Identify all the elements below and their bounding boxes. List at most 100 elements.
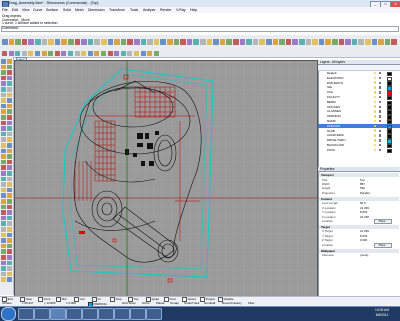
toolbox-tool-icon[interactable] [1,215,6,221]
toolbox-tool-icon[interactable] [1,165,6,170]
layer-lock-icon[interactable] [379,124,382,128]
toolbox-tool-icon[interactable] [7,199,12,204]
toolbar-tool-icon[interactable] [351,39,358,45]
toolbox-tool-icon[interactable] [1,103,6,109]
toolbox-tool-icon[interactable] [7,277,12,282]
toolbar-tool-icon[interactable] [81,50,87,56]
toolbox-tool-icon[interactable] [7,64,12,70]
toolbox-tool-icon[interactable] [1,81,6,86]
status-toggle[interactable]: Osnap [170,302,179,305]
toolbar-tool-icon[interactable] [180,39,186,45]
toolbox-tool-icon[interactable] [7,109,12,114]
layer-lock-icon[interactable] [379,81,382,84]
toolbar-tool-icon[interactable] [200,39,206,45]
layer-lock-icon[interactable] [379,105,382,108]
osnap-checkbox[interactable]: Perp [110,297,122,302]
menu-help[interactable]: Help [190,8,197,12]
menu-file[interactable]: File [2,8,8,12]
layer-visibility-icon[interactable] [374,95,377,99]
layer-visibility-icon[interactable] [374,86,377,89]
toolbar-tool-icon[interactable] [226,39,232,45]
toolbox-tool-icon[interactable] [7,159,12,165]
toolbox-tool-icon[interactable] [1,131,6,137]
toolbar-tool-icon[interactable] [391,39,397,45]
toolbox-tool-icon[interactable] [1,59,6,64]
toolbar-tool-icon[interactable] [186,39,193,45]
toolbox-tool-icon[interactable] [7,70,12,75]
taskbar-app-folder[interactable] [146,308,162,320]
toolbar-tool-icon[interactable] [147,39,153,45]
toolbox-tool-icon[interactable] [7,154,12,159]
toolbox-tool-icon[interactable] [1,143,6,148]
toolbar-tool-icon[interactable] [48,50,54,56]
layer-lock-icon[interactable] [379,91,382,94]
toolbar-tool-icon[interactable] [246,39,252,45]
system-clock[interactable]: 10:05 AM 6/8/2011 [366,308,398,318]
toolbar-tool-icon[interactable] [358,39,364,45]
layer-color-swatch[interactable] [387,148,392,154]
property-value[interactable]: 21.339 [360,206,369,210]
toolbox-tool-icon[interactable] [7,243,12,249]
toolbox-tool-icon[interactable] [7,87,12,92]
taskbar-app-acrobat[interactable] [130,308,146,320]
toolbox-tool-icon[interactable] [7,92,12,98]
layer-visibility-icon[interactable] [374,115,377,118]
toolbox-tool-icon[interactable] [1,98,6,103]
toolbox-tool-icon[interactable] [7,148,12,154]
layer-lock-icon[interactable] [379,120,382,123]
toolbox-tool-icon[interactable] [1,148,6,154]
layer-visibility-icon[interactable] [374,91,377,94]
layer-visibility-icon[interactable] [374,129,377,133]
toolbar-tool-icon[interactable] [378,39,384,45]
toolbar-tool-icon[interactable] [384,39,391,45]
toolbar-tool-icon[interactable] [48,39,54,45]
toolbox-tool-icon[interactable] [7,221,12,226]
toolbar-tool-icon[interactable] [41,50,47,56]
toolbar-tool-icon[interactable] [147,50,153,56]
property-value[interactable]: Parallel [360,191,370,195]
layer-visibility-icon[interactable] [374,124,377,128]
layer-lock-icon[interactable] [379,129,382,132]
status-toggle[interactable]: SmartTrack [184,302,199,305]
layer-lock-icon[interactable] [379,134,382,137]
toolbox-tool-icon[interactable] [7,131,12,137]
toolbox-tool-icon[interactable] [7,187,12,193]
layer-visibility-icon[interactable] [374,143,377,147]
toolbox-tool-icon[interactable] [1,64,6,70]
layer-visibility-icon[interactable] [374,119,377,123]
layer-lock-icon[interactable] [379,100,382,104]
toolbar-tool-icon[interactable] [41,39,48,45]
toolbox-tool-icon[interactable] [1,266,6,271]
toolbox-tool-icon[interactable] [1,120,6,126]
toolbox-tool-icon[interactable] [7,165,12,170]
status-toggle[interactable]: Filter [248,302,255,305]
toolbox-tool-icon[interactable] [7,204,12,210]
toolbar-tool-icon[interactable] [299,39,305,45]
toolbox-tool-icon[interactable] [1,255,6,260]
status-toggle[interactable]: Gumball [204,302,215,305]
property-value[interactable]: 50.0 [360,201,366,205]
layer-visibility-icon[interactable] [374,134,377,137]
toolbar-tool-icon[interactable] [318,39,325,45]
toolbar-tool-icon[interactable] [101,50,106,56]
toolbox-tool-icon[interactable] [1,187,6,193]
layer-visibility-icon[interactable] [374,139,377,142]
toolbar-tool-icon[interactable] [127,50,133,56]
toolbox-tool-icon[interactable] [1,154,6,159]
properties-section-header[interactable]: Target [319,224,399,229]
toolbox-tool-icon[interactable] [1,227,6,232]
toolbar-tool-icon[interactable] [345,39,351,45]
toolbar-tool-icon[interactable] [365,39,371,45]
toolbar-tool-icon[interactable] [15,50,21,56]
toolbox-tool-icon[interactable] [1,277,6,282]
taskbar-app-photoshop[interactable] [114,308,130,320]
toolbox-tool-icon[interactable] [7,171,12,176]
toolbar-tool-icon[interactable] [173,39,180,45]
toolbox-tool-icon[interactable] [7,126,12,131]
toolbar-tool-icon[interactable] [68,50,73,56]
toolbox-tool-icon[interactable] [1,159,6,165]
top-viewport[interactable] [14,60,318,298]
toolbar-tool-icon[interactable] [107,50,113,56]
toolbar-tool-icon[interactable] [259,39,265,45]
layer-visibility-icon[interactable] [374,71,377,75]
